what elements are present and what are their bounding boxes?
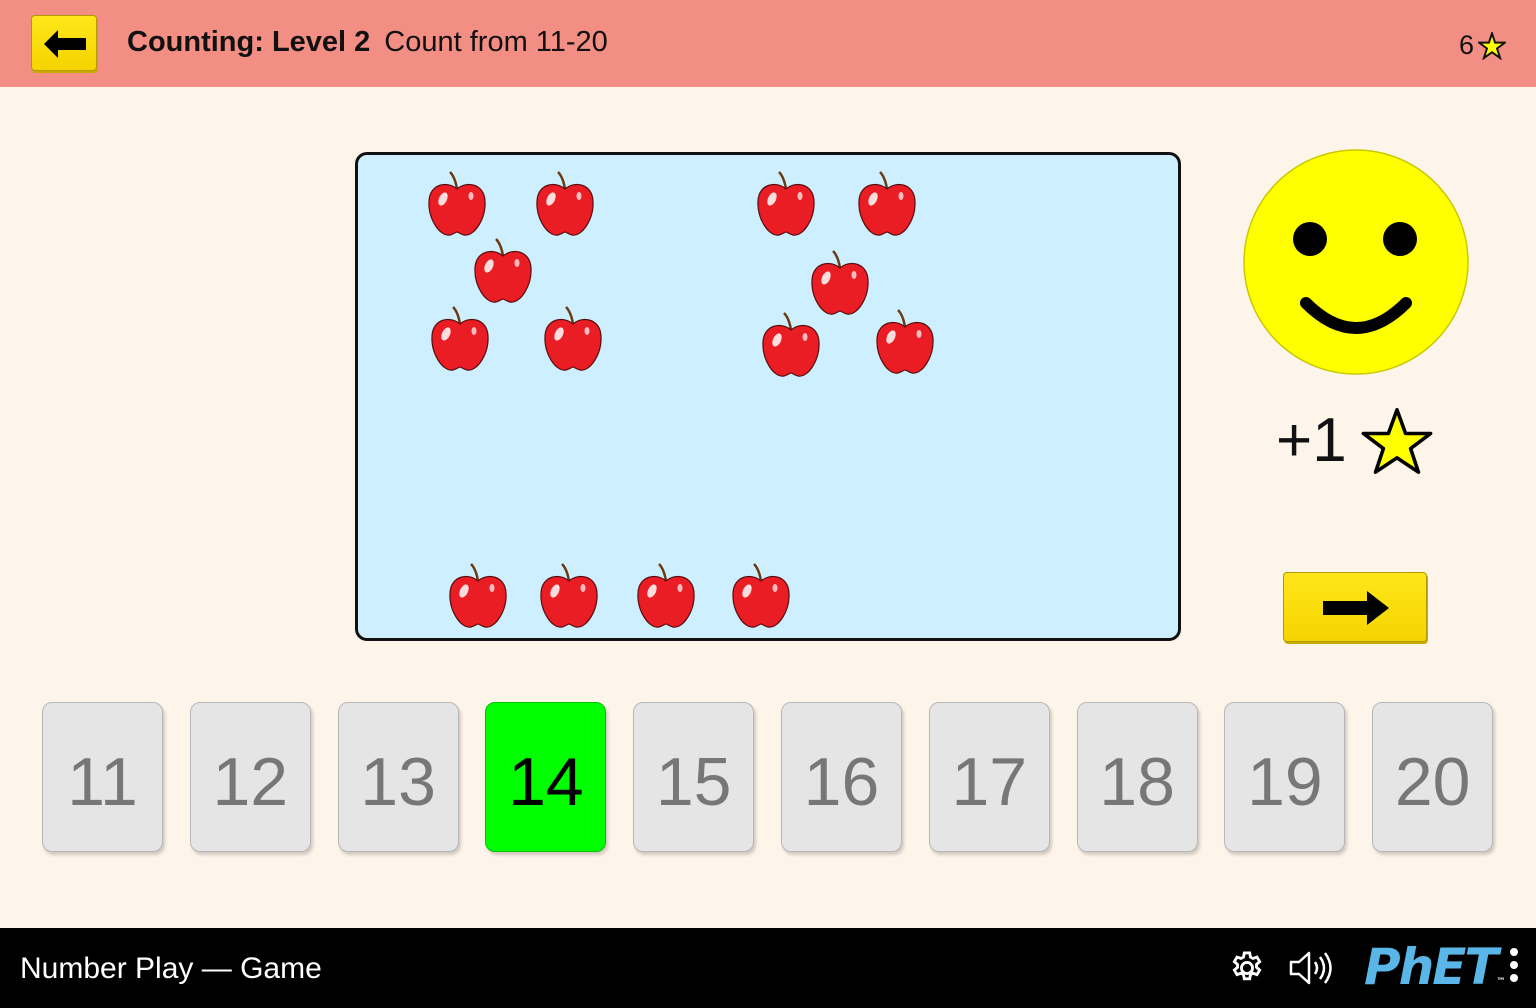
answer-button-12[interactable]: 12 (189, 702, 311, 852)
kebab-menu-icon[interactable] (1505, 948, 1523, 988)
apple-icon[interactable] (534, 169, 596, 239)
sim-title: Number Play — Game (20, 952, 322, 985)
apple-icon[interactable] (472, 236, 534, 306)
answer-button-19[interactable]: 19 (1224, 702, 1346, 852)
level-description: Count from 11-20 (384, 26, 608, 58)
answer-button-17[interactable]: 17 (928, 702, 1050, 852)
apple-icon[interactable] (874, 307, 936, 377)
speaker-icon[interactable] (1288, 948, 1334, 988)
right-arrow-icon (1323, 591, 1389, 625)
answer-button-18[interactable]: 18 (1076, 702, 1198, 852)
level-title: Counting: Level 2 Count from 11-20 (127, 26, 608, 59)
smiley-face-icon (1243, 149, 1469, 375)
apple-icon[interactable] (447, 561, 509, 631)
answer-button-13[interactable]: 13 (337, 702, 459, 852)
level-name: Counting: Level 2 (127, 26, 371, 58)
answer-button-20[interactable]: 20 (1372, 702, 1494, 852)
score-display: 6 (1459, 30, 1506, 61)
apple-icon[interactable] (542, 304, 604, 374)
apple-icon[interactable] (538, 561, 600, 631)
apple-icon[interactable] (635, 561, 697, 631)
answer-button-11[interactable]: 11 (42, 702, 163, 852)
header-bar: Counting: Level 2 Count from 11-20 6 (0, 0, 1536, 87)
answer-button-15[interactable]: 15 (633, 702, 755, 852)
apple-icon[interactable] (426, 169, 488, 239)
apple-icon[interactable] (730, 561, 792, 631)
apple-icon[interactable] (429, 304, 491, 374)
score-value: 6 (1458, 30, 1474, 60)
left-arrow-icon (44, 30, 86, 58)
gear-icon[interactable] (1228, 949, 1266, 987)
points-earned: +1 (1276, 405, 1433, 476)
apple-icon[interactable] (755, 169, 817, 239)
back-button[interactable] (31, 15, 97, 71)
phet-logo-text: PhET (1364, 938, 1499, 996)
apple-icon[interactable] (809, 248, 871, 318)
answer-button-16[interactable]: 16 (781, 702, 902, 852)
answer-button-14[interactable]: 14 (485, 702, 607, 852)
next-button[interactable] (1283, 572, 1427, 642)
star-icon (1361, 407, 1433, 474)
points-text: +1 (1276, 406, 1347, 475)
navigation-bar: Number Play — Game PhET™ (0, 928, 1536, 1008)
play-area (355, 152, 1181, 641)
apple-icon[interactable] (856, 169, 918, 239)
phet-logo[interactable]: PhET™ (1364, 938, 1506, 996)
apple-icon[interactable] (760, 310, 822, 380)
star-outline-icon (1478, 31, 1506, 60)
